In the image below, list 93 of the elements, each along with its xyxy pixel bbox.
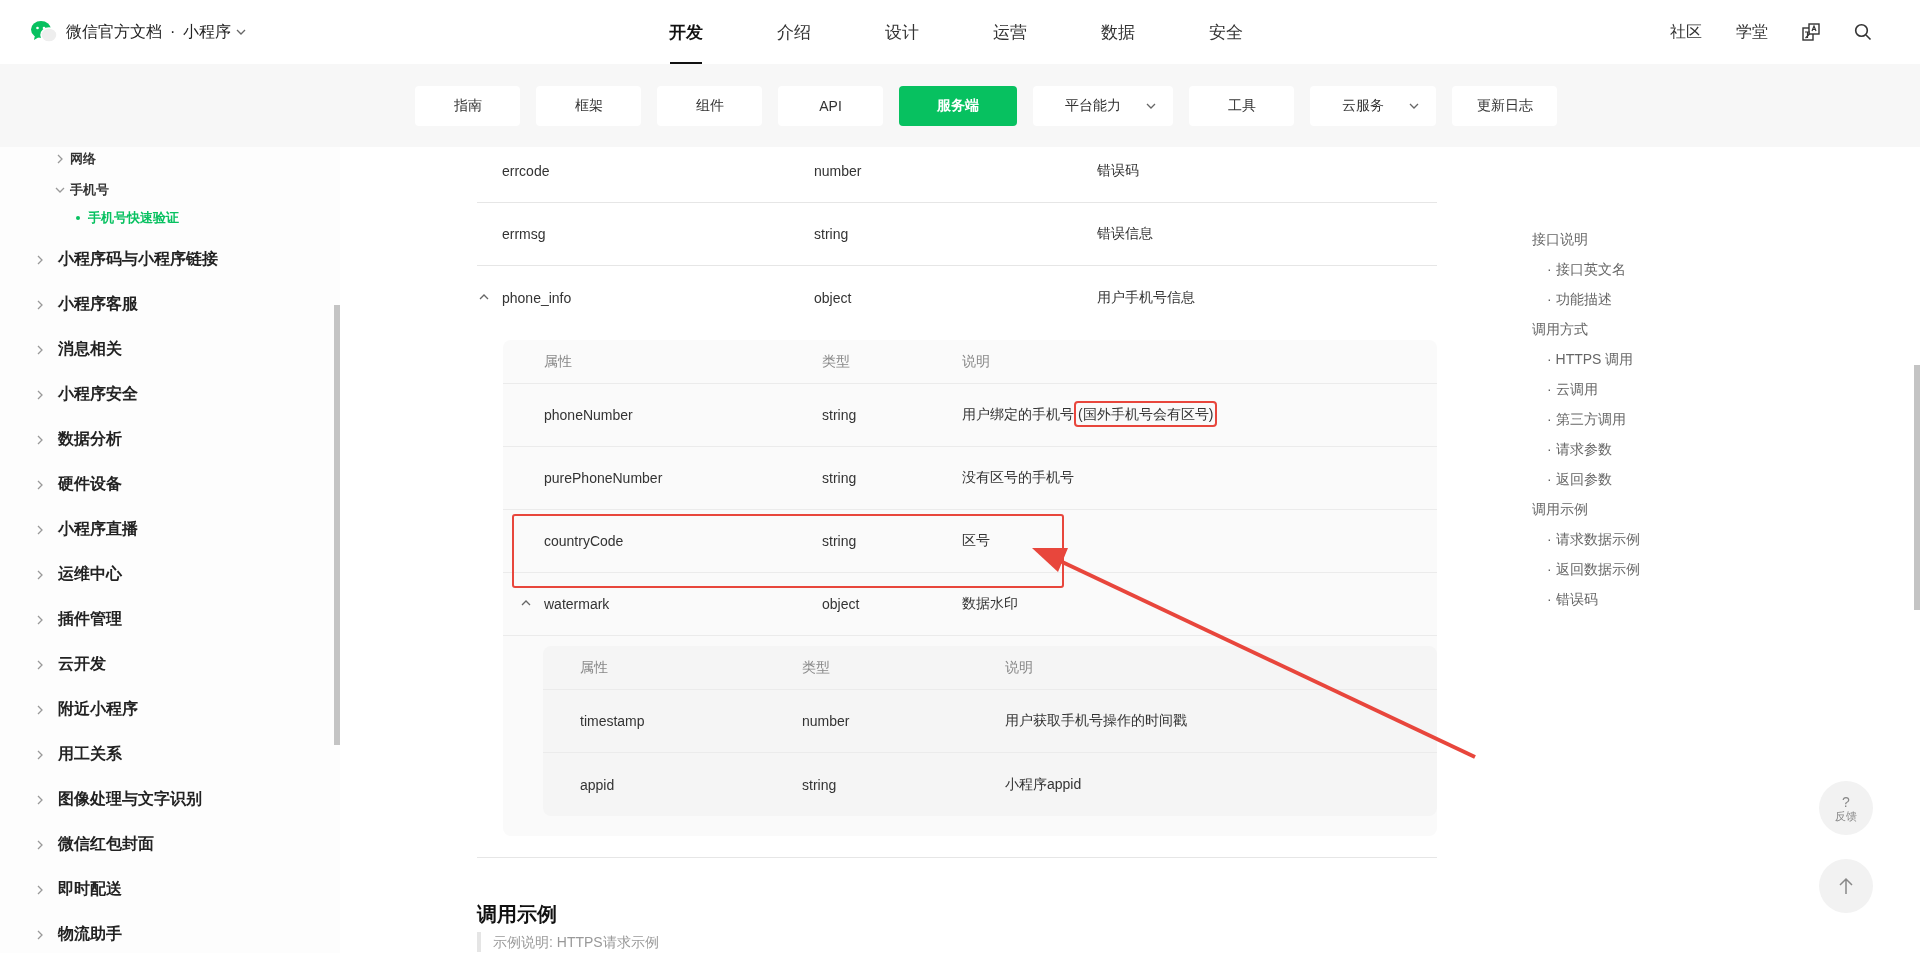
sidebar-item[interactable]: 图像处理与文字识别 (58, 789, 202, 810)
subnav-tab[interactable]: 更新日志 (1452, 85, 1557, 126)
column-header: 属性 (544, 352, 573, 371)
nav-tab[interactable]: 安全 (1172, 0, 1280, 64)
field-type: number (814, 163, 863, 179)
highlighted-note: (国外手机号会有区号) (1076, 403, 1216, 425)
header-link[interactable]: 学堂 (1736, 21, 1768, 43)
nav-tab[interactable]: 数据 (1064, 0, 1172, 64)
field-description: 用户手机号信息 (1097, 288, 1196, 307)
column-header: 说明 (962, 352, 991, 371)
field-description: 错误信息 (1097, 225, 1154, 243)
toc-link[interactable]: · 返回参数 (1547, 471, 1612, 489)
field-type: string (822, 470, 858, 486)
toc-link[interactable]: · 接口英文名 (1547, 261, 1626, 279)
chat-bubbles-logo-icon[interactable] (30, 20, 58, 44)
toc-link[interactable]: 调用示例 (1532, 501, 1588, 519)
toc-link[interactable]: · 请求参数 (1547, 441, 1612, 459)
sidebar-item[interactable]: 用工关系 (58, 744, 122, 765)
nav-tab[interactable]: 运营 (956, 0, 1064, 64)
column-header: 属性 (580, 658, 609, 677)
field-description: 区号 (962, 532, 991, 550)
field-description: 数据水印 (962, 595, 1019, 613)
field-description: 用户绑定的手机号 (国外手机号会有区号) (962, 406, 1437, 424)
sidebar-item[interactable]: 即时配送 (58, 879, 122, 900)
field-name: timestamp (580, 713, 645, 729)
column-header: 说明 (1005, 658, 1034, 677)
sidebar-item[interactable]: 物流助手 (58, 924, 122, 945)
subnav-tab[interactable]: 组件 (657, 85, 762, 126)
subnav-tab[interactable]: 工具 (1189, 85, 1294, 126)
sidebar-item[interactable]: 小程序码与小程序链接 (58, 249, 218, 270)
sidebar-item[interactable]: 云开发 (58, 654, 106, 675)
sidebar-item[interactable]: 小程序客服 (58, 294, 138, 315)
site-title[interactable]: 微信官方文档 (66, 21, 162, 43)
header-link[interactable]: 社区 (1670, 21, 1702, 43)
subnav-tab[interactable]: 平台能力 (1033, 85, 1173, 126)
sidebar-item[interactable]: 插件管理 (58, 609, 122, 630)
section-heading: 调用示例 (477, 902, 558, 926)
field-name: watermark (544, 596, 610, 612)
subnav-tab[interactable]: 框架 (536, 85, 641, 126)
toc-link[interactable]: · HTTPS 调用 (1547, 351, 1634, 369)
subnav-tab[interactable]: 指南 (415, 85, 520, 126)
sidebar-item[interactable]: 手机号 (70, 180, 109, 199)
sidebar-item[interactable]: 小程序直播 (58, 519, 138, 540)
sidebar-item[interactable]: 微信红包封面 (58, 834, 154, 855)
bullet-icon (76, 216, 80, 220)
field-name: purePhoneNumber (544, 470, 663, 486)
toc-link[interactable]: · 返回数据示例 (1547, 561, 1640, 579)
field-type: object (822, 596, 861, 612)
example-note: 示例说明: HTTPS请求示例 (477, 932, 659, 952)
field-type: string (822, 407, 858, 423)
scrollbar[interactable] (334, 305, 340, 745)
field-name: errcode (502, 163, 550, 179)
subnav-tab[interactable]: API (778, 85, 883, 126)
column-header: 类型 (802, 658, 831, 677)
arrow-up-icon (1838, 877, 1854, 895)
field-name: appid (580, 776, 615, 793)
field-type: object (814, 289, 853, 306)
toc-link[interactable]: · 错误码 (1547, 591, 1598, 609)
column-header: 类型 (822, 352, 851, 371)
nav-tab[interactable]: 设计 (848, 0, 956, 64)
field-name: countryCode (544, 533, 624, 549)
field-name: errmsg (502, 226, 546, 242)
field-type: string (822, 533, 858, 549)
sidebar-item[interactable]: 网络 (70, 149, 96, 168)
toc-link[interactable]: · 功能描述 (1547, 291, 1612, 309)
subnav-tab[interactable]: 云服务 (1310, 85, 1436, 126)
sidebar-item[interactable]: 消息相关 (58, 339, 122, 360)
field-description: 错误码 (1097, 162, 1140, 180)
field-description: 小程序appid (1005, 775, 1083, 794)
toc-link[interactable]: · 第三方调用 (1547, 411, 1626, 429)
sidebar-item[interactable]: 运维中心 (58, 564, 122, 585)
separator-dot: · (170, 23, 176, 41)
field-description: 用户获取手机号操作的时间戳 (1005, 712, 1188, 730)
field-description: 没有区号的手机号 (962, 469, 1075, 487)
nav-tab[interactable]: 介绍 (740, 0, 848, 64)
scrollbar[interactable] (1914, 365, 1920, 610)
product-switcher[interactable]: 小程序 (183, 21, 232, 43)
search-icon[interactable] (1854, 23, 1872, 41)
toc-link[interactable]: · 云调用 (1547, 381, 1598, 399)
toc-link[interactable]: 调用方式 (1532, 321, 1588, 339)
field-type: string (802, 776, 838, 793)
nav-tab[interactable]: 开发 (632, 0, 740, 64)
sidebar-item[interactable]: 附近小程序 (58, 699, 138, 720)
toc-link[interactable]: · 请求数据示例 (1547, 531, 1640, 549)
translate-icon[interactable] (1802, 23, 1820, 41)
sidebar-item[interactable]: 小程序安全 (58, 384, 138, 405)
field-name: phoneNumber (544, 407, 633, 423)
toc-link[interactable]: 接口说明 (1532, 231, 1588, 249)
sidebar-item[interactable]: 硬件设备 (58, 474, 122, 495)
sidebar-item[interactable]: 数据分析 (58, 429, 122, 450)
field-type: number (802, 713, 851, 729)
field-type: string (814, 226, 850, 242)
field-name: phone_info (502, 289, 572, 306)
